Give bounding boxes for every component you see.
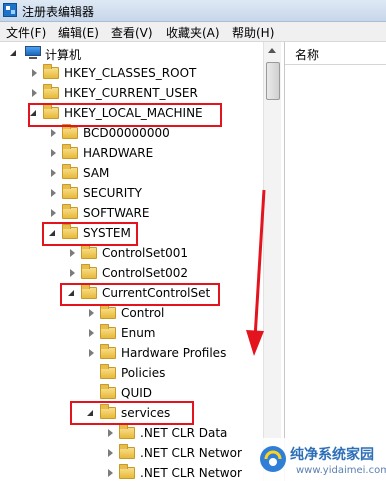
watermark-title: 纯净系统家园 <box>290 447 374 463</box>
watermark-logo-icon <box>260 446 286 472</box>
watermark: 纯净系统家园 www.yidaimei.com <box>252 438 386 481</box>
down-arrow-icon <box>246 189 266 356</box>
watermark-url: www.yidaimei.com <box>296 465 386 476</box>
